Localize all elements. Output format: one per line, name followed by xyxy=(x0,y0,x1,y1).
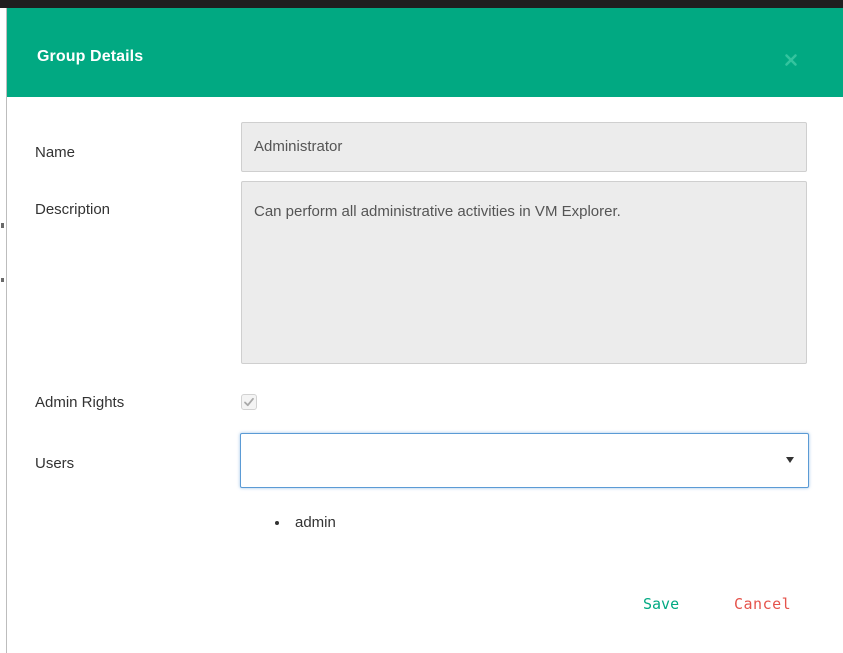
close-button[interactable] xyxy=(777,46,805,74)
dropdown-arrow-icon xyxy=(784,453,796,465)
admin-rights-label: Admin Rights xyxy=(35,394,125,411)
group-details-dialog: Group Details Name Administrator Descrip… xyxy=(7,8,843,653)
page: Group Details Name Administrator Descrip… xyxy=(0,0,843,653)
users-select[interactable] xyxy=(240,433,809,488)
name-field[interactable]: Administrator xyxy=(241,122,807,172)
close-icon xyxy=(777,46,805,74)
background-mark xyxy=(1,278,4,282)
description-label: Description xyxy=(35,201,111,218)
user-list-item: admin xyxy=(275,513,336,533)
cancel-button[interactable]: Cancel xyxy=(734,595,791,613)
name-label: Name xyxy=(35,144,76,161)
bullet-icon xyxy=(275,521,279,525)
admin-rights-checkbox[interactable] xyxy=(241,394,257,410)
description-field[interactable]: Can perform all administrative activitie… xyxy=(241,181,807,364)
dialog-header: Group Details xyxy=(7,8,843,97)
background-top-strip xyxy=(0,0,843,8)
save-button[interactable]: Save xyxy=(643,595,679,613)
users-label: Users xyxy=(35,455,75,472)
dialog-title: Group Details xyxy=(37,48,144,65)
background-left-edge xyxy=(0,8,7,653)
user-name: admin xyxy=(295,514,336,531)
users-list: admin xyxy=(275,513,336,533)
background-mark xyxy=(1,223,4,228)
